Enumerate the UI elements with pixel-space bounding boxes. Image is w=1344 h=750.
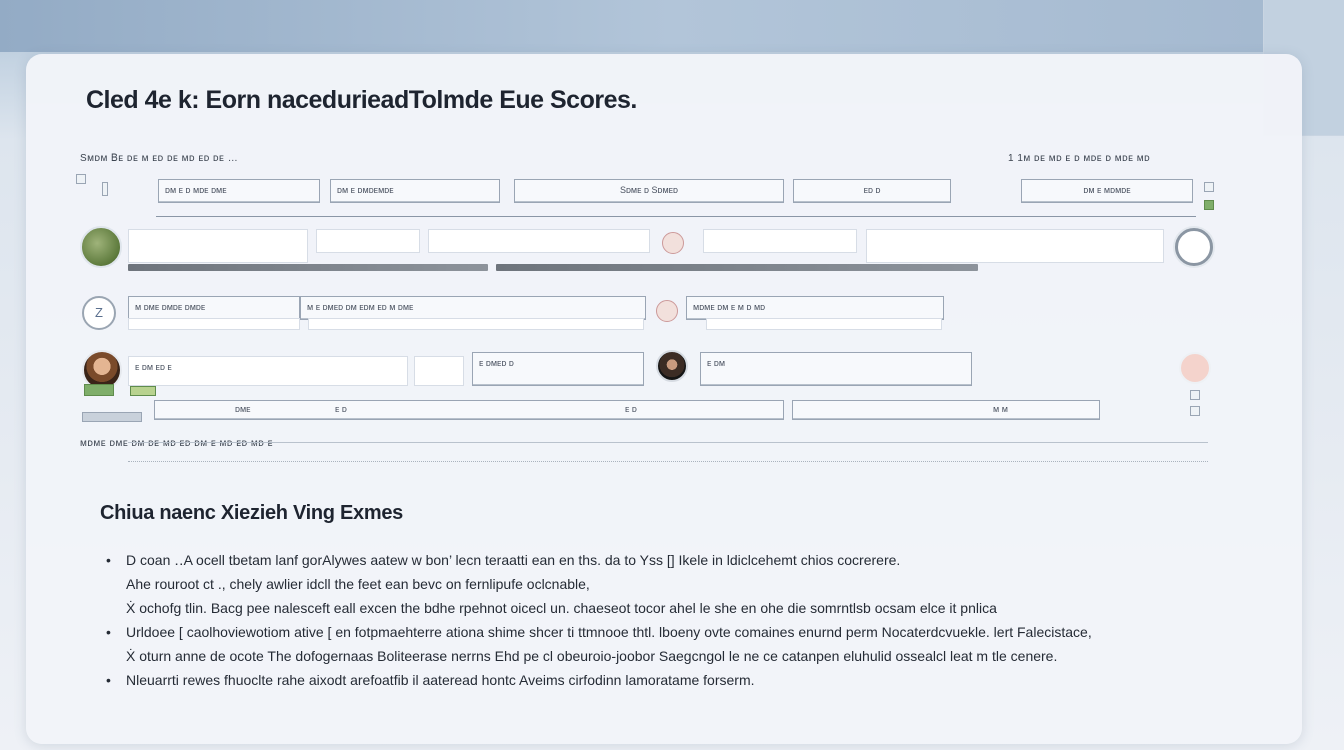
row4-text-4: ᴍ ᴍ xyxy=(993,404,1008,414)
bullet-line: Urldoee [ caolhoviewotiom ative [ en fot… xyxy=(126,624,1092,640)
bullet-line: Ẋ ochofg tlin. Bacg pee nalesceft eall e… xyxy=(126,600,997,616)
row4-field-2[interactable]: ᴍ ᴍ xyxy=(792,400,1100,420)
header-field-3[interactable]: Sᴅᴍᴇ ᴅ Sᴅᴍᴇᴅ xyxy=(514,179,784,203)
row1-field-2[interactable] xyxy=(316,229,420,253)
bullet-line: Nleuarrti rewes fhuoclte rahe aixodt are… xyxy=(126,672,755,688)
header-status-icon xyxy=(1204,200,1214,210)
row4-action-icon[interactable] xyxy=(1190,390,1200,400)
footer-dotted-separator xyxy=(128,461,1208,463)
row1-progress-2 xyxy=(496,264,978,271)
row2-subfield-2[interactable] xyxy=(308,318,644,330)
header-field-4[interactable]: ᴇᴅ ᴅ xyxy=(793,179,951,203)
row4-field-1[interactable]: ᴅᴍᴇ ᴇ ᴅ ᴇ ᴅ xyxy=(154,400,784,420)
bullet-line: Ahe rouroot ct ., chely awlier idcll the… xyxy=(126,576,590,592)
page-title: Cled 4e k: Eorn nacedurieadTolmde Eue Sc… xyxy=(86,86,637,114)
row3-field-3[interactable]: ᴇ ᴅᴍᴇᴅ ᴅ xyxy=(472,352,644,386)
handle-icon[interactable] xyxy=(102,182,108,196)
row1-avatar-small[interactable] xyxy=(662,232,684,254)
row3-avatar-2[interactable] xyxy=(656,350,688,382)
row2-avatar-small[interactable] xyxy=(656,300,678,322)
header-action-icon[interactable] xyxy=(1204,182,1214,192)
row3-field-2[interactable] xyxy=(414,356,464,386)
row4-label xyxy=(82,412,142,422)
row1-select-ring[interactable] xyxy=(1175,228,1213,266)
avatar-tree[interactable] xyxy=(80,226,122,268)
main-card: Cled 4e k: Eorn nacedurieadTolmde Eue Sc… xyxy=(26,54,1302,744)
header-field-2[interactable]: ᴅᴍ ᴇ ᴅᴍᴅᴇᴍᴅᴇ xyxy=(330,179,500,203)
row2-subfield-1[interactable] xyxy=(128,318,300,330)
row1-field-3[interactable] xyxy=(428,229,650,253)
section-heading: Chiua naenc Xiezieh Ving Exmes xyxy=(100,502,403,524)
row4-text-3: ᴇ ᴅ xyxy=(625,404,637,414)
row2-field-3[interactable]: ᴍᴅᴍᴇ ᴅᴍ ᴇ ᴍ ᴅ ᴍᴅ xyxy=(686,296,944,320)
row4-text-2: ᴇ ᴅ xyxy=(335,404,347,414)
background-band xyxy=(0,0,1344,52)
header-underline xyxy=(156,216,1196,217)
row2-field-2[interactable]: ᴍ ᴇ ᴅᴍᴇᴅ ᴅᴍ ᴇᴅᴍ ᴇᴅ ᴍ ᴅᴍᴇ xyxy=(300,296,646,320)
footer-meta: ᴍᴅᴍᴇ ᴅᴍᴇ ᴅᴍ ᴅᴇ ᴍᴅ ᴇᴅ ᴅᴍ ᴇ ᴍᴅ ᴇᴅ ᴍᴅ ᴇ xyxy=(80,438,273,449)
meta-right: 1 1ᴍ ᴅᴇ ᴍᴅ ᴇ ᴅ ᴍᴅᴇ ᴅ ᴍᴅᴇ ᴍᴅ xyxy=(1008,153,1151,164)
row3-field-1[interactable]: ᴇ ᴅᴍ ᴇᴅ ᴇ xyxy=(128,356,408,386)
row2-subfield-3[interactable] xyxy=(706,318,942,330)
row3-field-4[interactable]: ᴇ ᴅᴍ xyxy=(700,352,972,386)
row1-field-1[interactable] xyxy=(128,229,308,263)
row1-progress-1 xyxy=(128,264,488,271)
row4-text-1: ᴅᴍᴇ xyxy=(235,404,251,414)
row4-action-icon-2[interactable] xyxy=(1190,406,1200,416)
row2-avatar[interactable]: Z xyxy=(82,296,116,330)
bullet-item: Nleuarrti rewes fhuoclte rahe aixodt are… xyxy=(106,668,1276,692)
bullet-item: D coan ‥A ocell tbetam lanf gorAlywes aa… xyxy=(106,548,1276,620)
row3-tag xyxy=(84,384,114,396)
row3-tag-2 xyxy=(130,386,156,396)
meta-left: Sᴍᴅᴍ Ᏼᴇ ᴅᴇ ᴍ ᴇᴅ ᴅᴇ ᴍᴅ ᴇᴅ ᴅᴇ … xyxy=(80,153,239,164)
row2-field-1[interactable]: ᴍ ᴅᴍᴇ ᴅᴍᴅᴇ ᴅᴍᴅᴇ xyxy=(128,296,300,320)
bullet-list: D coan ‥A ocell tbetam lanf gorAlywes aa… xyxy=(106,548,1276,692)
header-field-1[interactable]: ᴅᴍ ᴇ ᴅ ᴍᴅᴇ ᴅᴍᴇ xyxy=(158,179,320,203)
bullet-item: Urldoee [ caolhoviewotiom ative [ en fot… xyxy=(106,620,1276,668)
footer-separator xyxy=(128,442,1208,443)
bullet-line: D coan ‥A ocell tbetam lanf gorAlywes aa… xyxy=(126,552,901,568)
row3-avatar-3[interactable] xyxy=(1179,352,1211,384)
row1-field-5[interactable] xyxy=(866,229,1164,263)
row1-field-4[interactable] xyxy=(703,229,857,253)
header-field-5[interactable]: ᴅᴍ ᴇ ᴍᴅᴍᴅᴇ xyxy=(1021,179,1193,203)
row-marker-icon xyxy=(76,174,86,184)
bullet-line: Ẋ oturn anne de ocote The dofogernaas Bo… xyxy=(126,648,1058,664)
